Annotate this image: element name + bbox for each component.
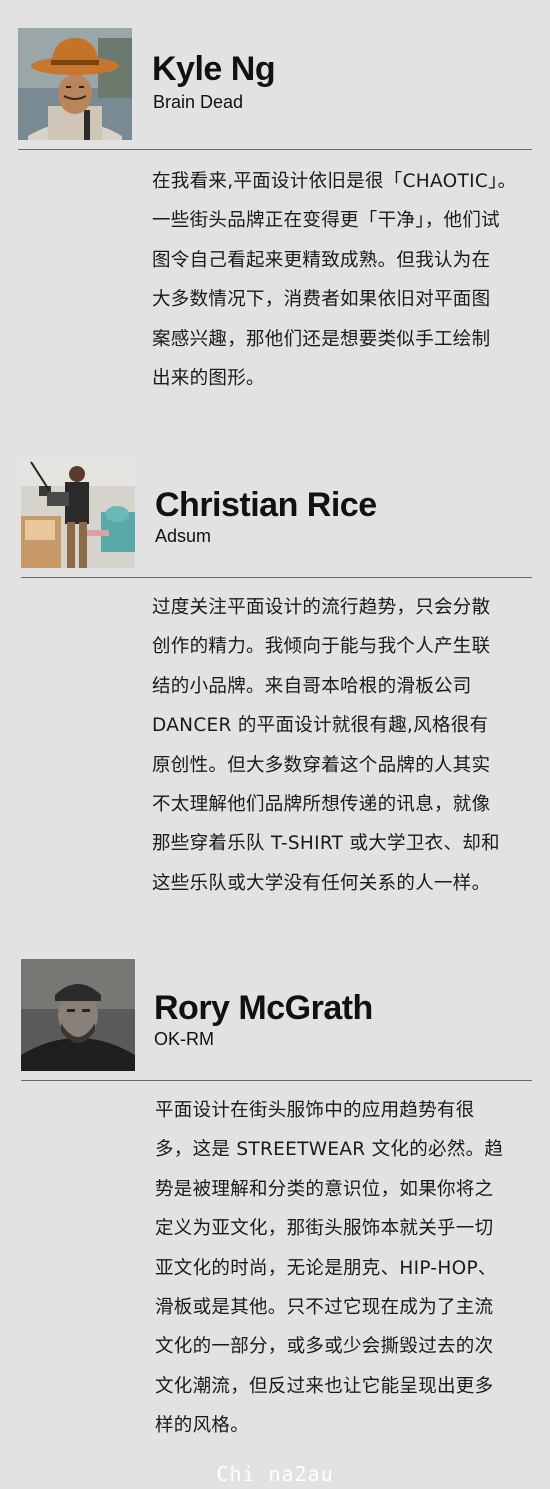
quote-line: 出来的图形。 (152, 368, 265, 390)
person-organization: Brain Dead (153, 92, 244, 112)
quote-line: DANCER 的平面设计就很有趣,风格很有 (152, 715, 489, 737)
portrait-photo (21, 959, 135, 1071)
person-name: Kyle Ng (152, 50, 276, 88)
quote-line: 势是被理解和分类的意识位，如果你将之 (155, 1178, 494, 1200)
person-organization: OK-RM (154, 1029, 214, 1049)
portrait-photo (21, 456, 135, 568)
person-name: Rory McGrath (154, 989, 373, 1027)
person-name: Christian Rice (155, 486, 377, 524)
quote-line: 不太理解他们品牌所想传递的讯息，就像 (152, 794, 491, 816)
watermark: Chi na2au (216, 1462, 334, 1486)
quote-line: 定义为亚文化，那街头服饰本就关乎一切 (155, 1218, 494, 1240)
quote-line: 那些穿着乐队 T-SHIRT 或大学卫衣、却和 (152, 833, 500, 855)
quote-line: 图令自己看起来更精致成熟。但我认为在 (152, 249, 491, 271)
quote-line: 多，这是 STREETWEAR 文化的必然。趋 (155, 1139, 504, 1161)
quote-line: 一些街头品牌正在变得更「干净」，他们试 (152, 210, 500, 232)
quote-line: 文化潮流，但反过来也让它能呈现出更多 (155, 1375, 494, 1397)
quote-line: 样的风格。 (155, 1415, 250, 1437)
quote-line: 原创性。但大多数穿着这个品牌的人其实 (152, 754, 491, 776)
divider (18, 149, 532, 150)
quote-line: 案感兴趣，那他们还是想要类似手工绘制 (152, 328, 491, 350)
divider (21, 1080, 532, 1081)
quote-line: 亚文化的时尚，无论是朋克、HIP-HOP、 (155, 1257, 497, 1279)
quote-line: 这些乐队或大学没有任何关系的人一样。 (152, 872, 491, 894)
person-organization: Adsum (155, 526, 212, 546)
quote-line: 文化的一部分，或多或少会撕毁过去的次 (155, 1336, 494, 1358)
quote-line: 过度关注平面设计的流行趋势，只会分散 (152, 597, 491, 618)
quote-line: 滑板或是其他。只不过它现在成为了主流 (155, 1297, 494, 1319)
quote-text: 在我看来,平面设计依旧是很「CHAOTIC」。 一些街头品牌正在变得更「干净」，… (152, 162, 530, 398)
quote-line: 大多数情况下，消费者如果依旧对平面图 (152, 289, 491, 311)
quote-line: 在我看来,平面设计依旧是很「CHAOTIC」。 (152, 171, 517, 192)
portrait-photo (18, 28, 132, 140)
quote-text: 平面设计在街头服饰中的应用趋势有很 多，这是 STREETWEAR 文化的必然。… (155, 1091, 533, 1446)
divider (21, 577, 532, 578)
quote-line: 平面设计在街头服饰中的应用趋势有很 (155, 1100, 475, 1121)
quote-line: 结的小品牌。来自哥本哈根的滑板公司 (152, 675, 472, 697)
quote-text: 过度关注平面设计的流行趋势，只会分散 创作的精力。我倾向于能与我个人产生联 结的… (152, 588, 530, 903)
quote-line: 创作的精力。我倾向于能与我个人产生联 (152, 636, 491, 658)
